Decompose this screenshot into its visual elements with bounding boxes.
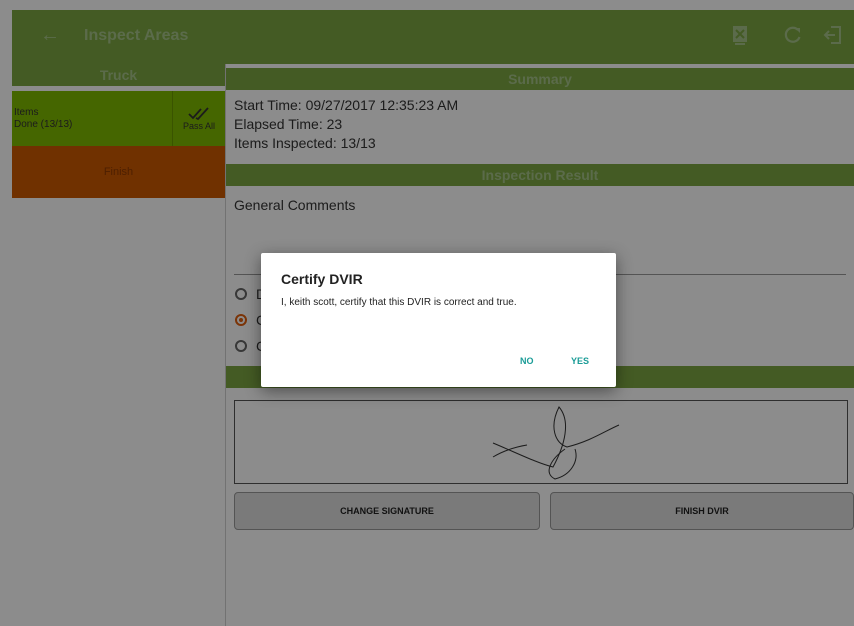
- dialog-yes-button[interactable]: YES: [571, 356, 589, 366]
- dialog-no-button[interactable]: NO: [520, 356, 534, 366]
- dialog-message: I, keith scott, certify that this DVIR i…: [281, 297, 517, 308]
- certify-dialog: Certify DVIR I, keith scott, certify tha…: [261, 253, 616, 387]
- dialog-title: Certify DVIR: [281, 271, 363, 287]
